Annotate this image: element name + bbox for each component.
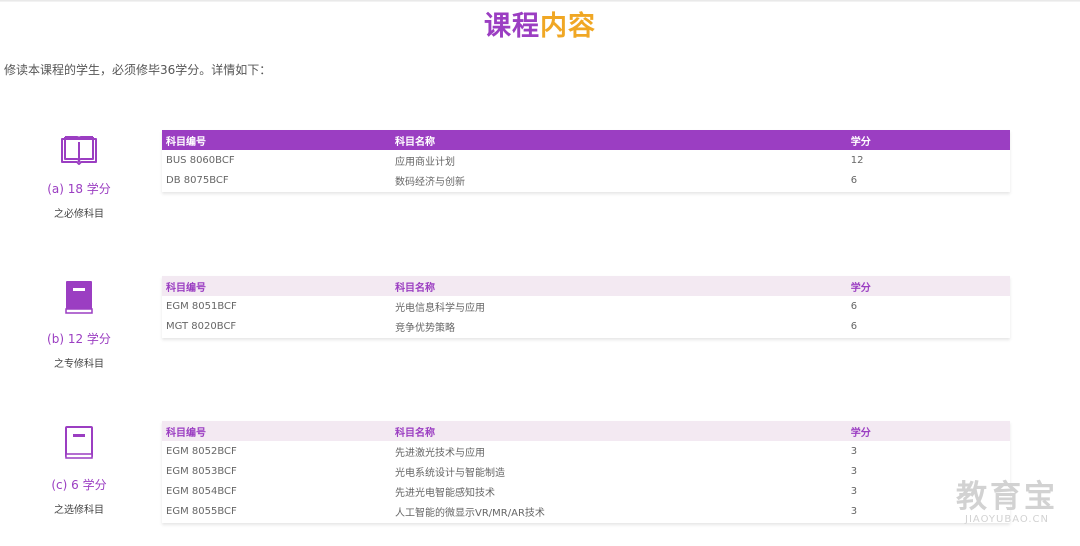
course-credit: 6 <box>850 174 858 186</box>
header-credit: 学分 <box>846 130 1010 150</box>
closed-book-icon <box>30 279 128 319</box>
course-code: DB 8075BCF <box>166 174 229 186</box>
page-title: 课程内容 <box>0 10 1080 44</box>
course-credit: 3 <box>850 465 858 477</box>
course-name: 光电系统设计与智能制造 <box>395 467 505 479</box>
section-elective-side: (c) 6 学分 之选修科目 <box>30 425 128 518</box>
specialized-courses-table: 科目编号 科目名称 学分 EGM 8051BCF 光电信息科学与应用 6 MGT… <box>162 276 1010 338</box>
course-code: BUS 8060BCF <box>166 154 235 166</box>
intro-text: 修读本课程的学生，必须修毕36学分。详情如下： <box>4 63 272 77</box>
course-credit: 12 <box>850 154 864 166</box>
header-code: 科目编号 <box>162 130 392 150</box>
table-row: EGM 8052BCF 先进激光技术与应用 3 <box>162 441 1010 461</box>
course-code: EGM 8052BCF <box>166 445 237 457</box>
table-header-row: 科目编号 科目名称 学分 <box>162 276 1010 296</box>
header-name: 科目名称 <box>391 130 847 150</box>
course-code: EGM 8055BCF <box>166 505 237 517</box>
top-divider <box>0 0 1080 2</box>
table-row: EGM 8054BCF 先进光电智能感知技术 3 <box>162 481 1010 501</box>
course-credit: 6 <box>850 320 858 332</box>
course-name: 数码经济与创新 <box>395 176 466 188</box>
table-header-row: 科目编号 科目名称 学分 <box>162 421 1010 441</box>
section-specialized-kind: 之专修科目 <box>54 359 104 370</box>
course-name: 人工智能的微显示VR/MR/AR技术 <box>395 507 545 519</box>
section-specialized-side: (b) 12 学分 之专修科目 <box>30 279 128 372</box>
course-code: EGM 8051BCF <box>166 300 237 312</box>
header-credit: 学分 <box>846 276 1010 296</box>
watermark-cn: 教育宝 <box>956 479 1058 515</box>
header-name: 科目名称 <box>391 276 847 296</box>
course-name: 光电信息科学与应用 <box>395 302 486 314</box>
section-elective-credits: (c) 6 学分 <box>51 478 107 492</box>
header-name: 科目名称 <box>391 421 847 441</box>
header-code: 科目编号 <box>162 276 392 296</box>
course-name: 先进光电智能感知技术 <box>395 487 495 499</box>
table-row: EGM 8055BCF 人工智能的微显示VR/MR/AR技术 3 <box>162 501 1010 523</box>
table-row: DB 8075BCF 数码经济与创新 6 <box>162 170 1010 192</box>
section-required-side: (a) 18 学分 之必修科目 <box>30 135 128 222</box>
course-code: MGT 8020BCF <box>166 320 237 332</box>
section-required-credits: (a) 18 学分 <box>47 182 111 196</box>
course-credit: 3 <box>850 445 858 457</box>
header-code: 科目编号 <box>162 421 391 441</box>
elective-courses-table: 科目编号 科目名称 学分 EGM 8052BCF 先进激光技术与应用 3 EGM… <box>162 421 1010 523</box>
page-title-part2: 内容 <box>540 11 596 42</box>
table-header-row: 科目编号 科目名称 学分 <box>162 130 1010 150</box>
watermark-en: JIAOYUBAO.CN <box>965 514 1049 525</box>
course-name: 应用商业计划 <box>395 156 456 168</box>
section-elective-kind: 之选修科目 <box>54 505 104 516</box>
course-code: EGM 8054BCF <box>166 485 237 497</box>
course-credit: 6 <box>850 300 858 312</box>
table-row: EGM 8051BCF 光电信息科学与应用 6 <box>162 296 1010 316</box>
course-name: 竞争优势策略 <box>395 322 456 334</box>
table-row: EGM 8053BCF 光电系统设计与智能制造 3 <box>162 461 1010 481</box>
page-title-part1: 课程 <box>484 11 540 42</box>
section-required-kind: 之必修科目 <box>54 209 104 220</box>
required-courses-table: 科目编号 科目名称 学分 BUS 8060BCF 应用商业计划 12 DB 80… <box>162 130 1010 192</box>
course-name: 先进激光技术与应用 <box>395 447 485 459</box>
header-credit: 学分 <box>846 421 1010 441</box>
course-code: EGM 8053BCF <box>166 465 237 477</box>
site-watermark: 教育宝 JIAOYUBAO.CN <box>956 480 1058 526</box>
table-row: MGT 8020BCF 竞争优势策略 6 <box>162 316 1010 338</box>
section-specialized-credits: (b) 12 学分 <box>47 332 111 346</box>
open-book-icon <box>30 135 128 169</box>
book-outline-icon <box>30 425 128 465</box>
table-row: BUS 8060BCF 应用商业计划 12 <box>162 150 1010 170</box>
